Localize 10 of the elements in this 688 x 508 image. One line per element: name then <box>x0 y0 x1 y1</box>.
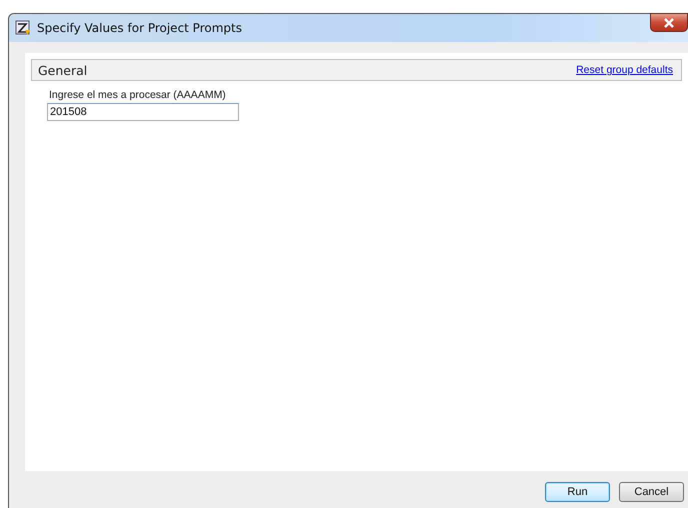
close-icon <box>663 18 675 28</box>
app-icon <box>15 20 31 36</box>
input-field[interactable]: 201508 <box>47 103 239 121</box>
prompt-label: Ingrese el mes a procesar (AAAAMM) <box>48 89 227 101</box>
reset-group-defaults-link[interactable]: Reset group defaults <box>576 64 673 76</box>
group-title: General <box>38 62 88 78</box>
run-button[interactable]: Run <box>545 482 610 502</box>
window-title: Specify Values for Project Prompts <box>37 21 242 35</box>
close-button[interactable] <box>650 13 688 32</box>
cancel-button[interactable]: Cancel <box>619 482 684 502</box>
